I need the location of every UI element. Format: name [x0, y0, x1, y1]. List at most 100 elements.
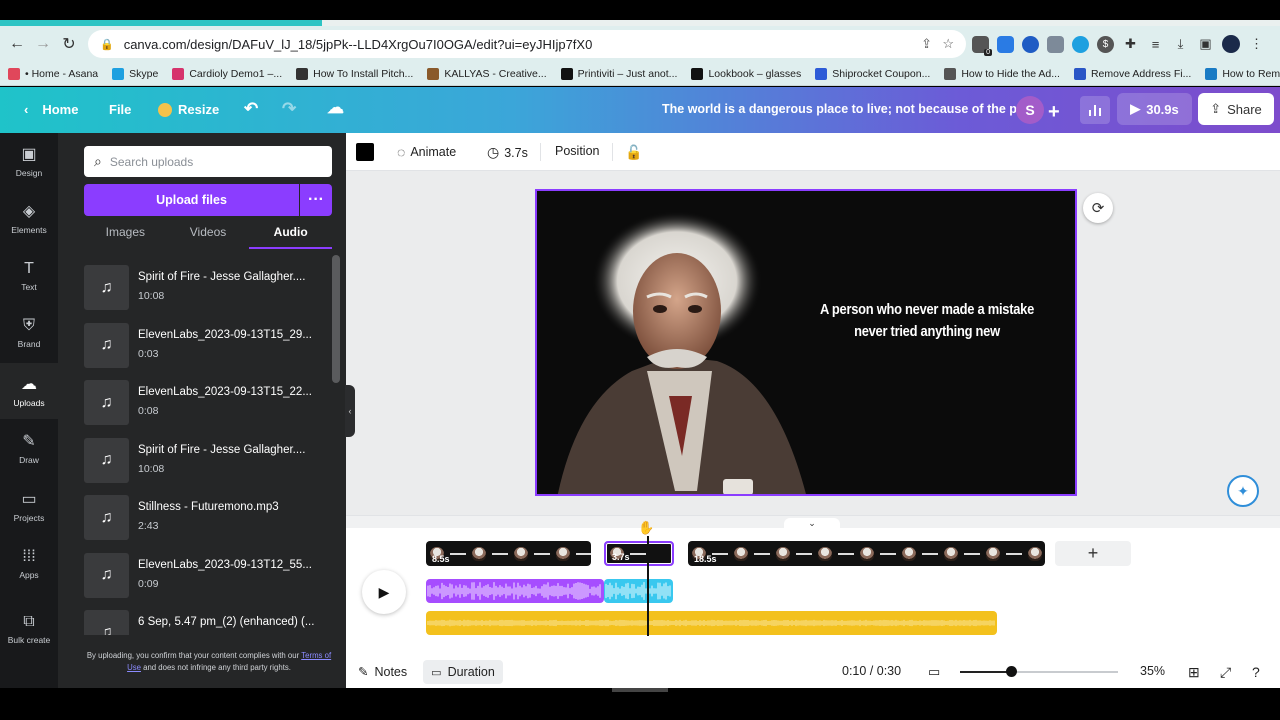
clip-thumbnails: [688, 541, 1045, 566]
bookmark-star-icon[interactable]: ☆: [942, 36, 954, 52]
list-item[interactable]: ♫ Stillness - Futuremono.mp3 2:43: [84, 495, 332, 553]
rail-item-brand[interactable]: ⛨ Brand: [0, 305, 58, 361]
bookmark-item[interactable]: Cardioly Demo1 –...: [172, 67, 282, 80]
more-options-icon[interactable]: ···: [300, 184, 332, 216]
chevron-down-icon[interactable]: ⌄: [784, 518, 840, 532]
tab-images[interactable]: Images: [84, 223, 167, 249]
rail-item-projects[interactable]: ▭ Projects: [0, 478, 58, 534]
list-item[interactable]: ♫ Spirit of Fire - Jesse Gallagher.... 10:…: [84, 437, 332, 496]
rail-item-elements[interactable]: ◈ Elements: [0, 190, 58, 246]
timeline-clip[interactable]: 18.5s: [688, 541, 1045, 566]
list-item[interactable]: ♫ 6 Sep, 5.47 pm_(2) (enhanced) (...: [84, 610, 332, 635]
bookmark-item[interactable]: Lookbook – glasses: [691, 67, 801, 80]
bookmark-item[interactable]: How to Remove / D...: [1205, 67, 1280, 80]
design-page[interactable]: A person who never made a mistake never …: [535, 189, 1077, 496]
bookmark-item[interactable]: How To Install Pitch...: [296, 67, 413, 80]
bookmark-item[interactable]: Remove Address Fi...: [1073, 67, 1191, 80]
notes-button[interactable]: ✎ Notes: [358, 664, 407, 680]
bookmark-favicon-icon: [815, 67, 828, 80]
chevron-left-icon: ‹: [24, 102, 29, 117]
cloud-saved-icon[interactable]: ☁: [327, 98, 344, 118]
lock-icon[interactable]: 🔓: [625, 144, 642, 161]
profile-avatar[interactable]: [1222, 35, 1240, 53]
voice-audio-track[interactable]: [426, 579, 604, 603]
timeline-clip[interactable]: 8.5s: [426, 541, 591, 566]
bookmark-item[interactable]: • Home - Asana: [8, 67, 98, 80]
drag-hand-icon[interactable]: ✋: [638, 520, 654, 536]
zoom-slider[interactable]: [960, 666, 1118, 677]
grid-view-icon[interactable]: ⊞: [1188, 664, 1200, 681]
address-bar[interactable]: 🔒 canva.com/design/DAFuV_lJ_18/5jpPk--LL…: [88, 30, 966, 58]
add-page-button[interactable]: +: [1055, 541, 1131, 566]
redo-icon[interactable]: ↷: [282, 99, 296, 119]
timeline-clip[interactable]: 3.7s: [604, 541, 674, 566]
fullscreen-icon[interactable]: ⤢: [1220, 664, 1231, 681]
bookmark-item[interactable]: Printiviti – Just anot...: [560, 67, 677, 80]
playhead[interactable]: [647, 536, 649, 636]
pages-icon[interactable]: ▭: [928, 664, 940, 680]
puzzle-icon[interactable]: ✚: [1122, 36, 1139, 53]
magic-assistant-icon[interactable]: ✦: [1227, 475, 1259, 507]
music-audio-track[interactable]: [426, 611, 997, 635]
sidebar-icon[interactable]: ▣: [1197, 36, 1214, 53]
share-button[interactable]: ⇪ Share: [1198, 93, 1274, 125]
play-button[interactable]: ▶: [362, 570, 406, 614]
bookmark-favicon-icon: [172, 67, 185, 80]
reading-list-icon[interactable]: ≡: [1147, 36, 1164, 53]
rail-item-text[interactable]: T Text: [0, 248, 58, 304]
add-collaborator-icon[interactable]: +: [1048, 101, 1060, 124]
reload-icon[interactable]: ↻: [56, 31, 82, 57]
search-input[interactable]: ⌕ Search uploads: [84, 146, 332, 177]
zoom-knob[interactable]: [1005, 666, 1017, 677]
resize-button[interactable]: Resize: [158, 102, 219, 117]
extension-icon[interactable]: 0: [972, 35, 992, 56]
download-icon[interactable]: ⤓: [1172, 36, 1189, 53]
list-item[interactable]: ♫ ElevenLabs_2023-09-13T15_29... 0:03: [84, 322, 332, 381]
home-button[interactable]: ‹ Home: [24, 102, 78, 117]
rail-item-apps[interactable]: ⁞⁞⁞ Apps: [0, 536, 58, 592]
forward-icon[interactable]: →: [30, 31, 56, 57]
file-menu-button[interactable]: File: [109, 102, 131, 117]
rail-item-design[interactable]: ▣ Design: [0, 133, 58, 189]
panel-scrollbar[interactable]: [332, 255, 340, 383]
background-color-swatch[interactable]: [356, 143, 374, 161]
extension-icon[interactable]: $: [1097, 35, 1114, 53]
back-icon[interactable]: ←: [4, 31, 30, 57]
duration-button[interactable]: ◷ 3.7s: [487, 144, 528, 161]
bookmark-item[interactable]: KALLYAS - Creative...: [427, 67, 547, 80]
extension-icon[interactable]: [1022, 35, 1039, 53]
insights-icon[interactable]: [1080, 96, 1110, 124]
portrait-image[interactable]: [537, 191, 1077, 496]
list-item[interactable]: ♫ Spirit of Fire - Jesse Gallagher.... 10:…: [84, 265, 332, 323]
extension-icon[interactable]: [1072, 35, 1089, 53]
list-item[interactable]: ♫ ElevenLabs_2023-09-13T12_55... 0:09: [84, 552, 332, 611]
bookmark-item[interactable]: How to Hide the Ad...: [944, 67, 1060, 80]
duration-toggle[interactable]: ▭ Duration: [423, 660, 503, 684]
menu-icon[interactable]: ⋮: [1248, 36, 1265, 53]
present-button[interactable]: ▶ 30.9s: [1117, 93, 1192, 125]
rotate-icon[interactable]: ⟳: [1083, 193, 1113, 223]
design-title[interactable]: The world is a dangerous place to live; …: [662, 102, 1027, 116]
position-button[interactable]: Position: [555, 144, 599, 158]
share-page-icon[interactable]: ⇪: [921, 36, 932, 52]
extension-icon[interactable]: [1047, 35, 1064, 53]
upload-files-button[interactable]: Upload files: [84, 184, 299, 216]
tab-audio[interactable]: Audio: [249, 223, 333, 249]
tab-videos[interactable]: Videos: [167, 223, 250, 249]
user-avatar[interactable]: S: [1016, 96, 1044, 124]
bookmark-item[interactable]: Shiprocket Coupon...: [815, 67, 930, 80]
list-item[interactable]: ♫ ElevenLabs_2023-09-13T15_22... 0:08: [84, 380, 332, 438]
rail-item-draw[interactable]: ✎ Draw: [0, 420, 58, 476]
extension-icon[interactable]: [997, 35, 1014, 53]
quote-text[interactable]: A person who never made a mistake never …: [807, 299, 1048, 343]
undo-icon[interactable]: ↶: [244, 99, 258, 119]
animate-button[interactable]: ◌ Animate: [397, 144, 456, 160]
zoom-level[interactable]: 35%: [1140, 664, 1165, 678]
voice-audio-track-selected[interactable]: [604, 579, 673, 603]
rail-item-uploads[interactable]: ☁ Uploads: [0, 363, 58, 419]
help-icon[interactable]: ?: [1252, 664, 1260, 680]
collapse-panel-icon[interactable]: ‹: [345, 385, 355, 437]
rail-item-bulk-create[interactable]: ⧉ Bulk create: [0, 601, 58, 657]
bookmark-item[interactable]: Skype: [112, 67, 158, 80]
bookmark-label: KALLYAS - Creative...: [444, 67, 547, 80]
